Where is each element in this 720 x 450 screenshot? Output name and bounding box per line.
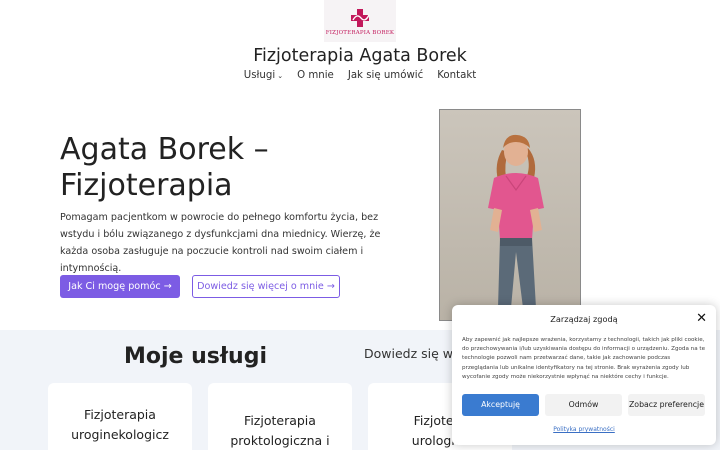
nav-item-kontakt[interactable]: Kontakt xyxy=(437,70,476,81)
card-title-line2: uroginekologicz xyxy=(71,427,169,442)
service-card-uroginecology[interactable]: Fizjoterapia uroginekologicz xyxy=(48,383,192,450)
learn-more-about-me-button[interactable]: Dowiedz się więcej o mnie → xyxy=(192,275,340,298)
medical-cross-icon xyxy=(351,9,370,27)
card-title-line1: Fizjoterapia xyxy=(84,407,156,422)
deny-button[interactable]: Odmów xyxy=(545,394,622,416)
how-can-i-help-button[interactable]: Jak Ci mogę pomóc → xyxy=(60,275,180,298)
chevron-down-icon: ⌄ xyxy=(277,72,284,80)
hero-title: Agata Borek – Fizjoterapia xyxy=(60,132,269,204)
hero-description: Pomagam pacjentkom w powrocie do pełnego… xyxy=(60,212,381,274)
accept-button[interactable]: Akceptuję xyxy=(462,394,539,416)
nav-item-jak-sie-umowic[interactable]: Jak się umówić xyxy=(348,70,423,81)
therapist-portrait-image xyxy=(440,110,580,320)
consent-text: Aby zapewnić jak najlepsze wrażenia, kor… xyxy=(462,337,706,380)
hero-title-line2: Fizjoterapia xyxy=(60,168,233,203)
service-card-title: Fizjoterapia uroginekologicz xyxy=(48,405,192,445)
card-title-line2: proktologiczna i xyxy=(230,433,330,448)
nav-item-label: Usługi xyxy=(243,70,276,81)
learn-more-text: Dowiedz się w j xyxy=(364,346,461,361)
logo-text: FIZJOTERAPIA BOREK xyxy=(325,30,395,36)
service-card-title: Fizjoterapia proktologiczna i xyxy=(208,411,352,450)
card-title-line1: Fizjoterapia xyxy=(244,413,316,428)
close-icon[interactable]: ✕ xyxy=(696,311,707,326)
service-card-proctology[interactable]: Fizjoterapia proktologiczna i xyxy=(208,383,352,450)
site-title[interactable]: Fizjoterapia Agata Borek xyxy=(0,46,720,66)
main-nav: Usługi ⌄ O mnie Jak się umówić Kontakt xyxy=(0,70,720,81)
hero-photo xyxy=(439,109,581,321)
hero-title-line1: Agata Borek – xyxy=(60,132,269,167)
privacy-policy-link[interactable]: Polityka prywatności xyxy=(452,426,716,433)
nav-item-uslugi[interactable]: Usługi ⌄ xyxy=(244,70,283,81)
view-preferences-button[interactable]: Zobacz preferencje xyxy=(628,394,705,416)
site-logo[interactable]: FIZJOTERAPIA BOREK xyxy=(324,0,396,42)
services-title: Moje usługi xyxy=(124,344,267,369)
nav-item-o-mnie[interactable]: O mnie xyxy=(297,70,334,81)
consent-title: Zarządzaj zgodą xyxy=(550,314,618,324)
cookie-consent-dialog: Zarządzaj zgodą ✕ Aby zapewnić jak najle… xyxy=(452,305,716,445)
